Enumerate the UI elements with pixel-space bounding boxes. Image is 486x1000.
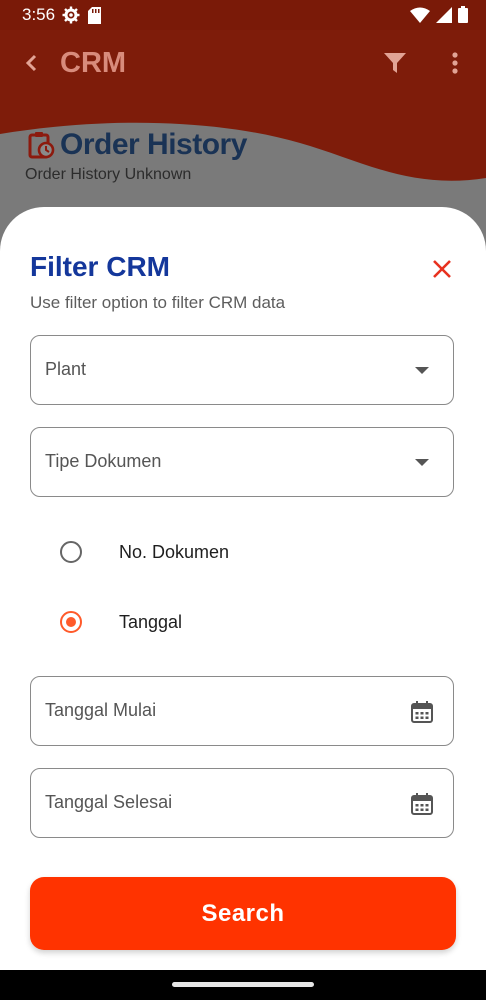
- more-options-button[interactable]: [440, 50, 470, 80]
- app-bar: CRM: [0, 30, 486, 100]
- plant-dropdown[interactable]: Plant: [30, 335, 454, 405]
- plant-label: Plant: [45, 359, 87, 379]
- sd-card-icon: [88, 6, 101, 29]
- app-title: CRM: [60, 47, 127, 79]
- sheet-title: Filter CRM: [30, 251, 170, 282]
- signal-icon: [436, 6, 452, 28]
- wifi-icon: [410, 7, 430, 28]
- radio-label: No. Dokumen: [119, 541, 230, 562]
- back-button[interactable]: [16, 50, 46, 80]
- settings-icon: [62, 6, 80, 29]
- filter-bottom-sheet: Filter CRM Use filter option to filter C…: [0, 207, 486, 970]
- radio-button-selected[interactable]: [60, 611, 82, 633]
- dropdown-arrow-icon: [409, 358, 435, 384]
- chevron-left-icon: [24, 53, 38, 78]
- more-vert-icon: [452, 51, 458, 79]
- navigation-bar: [0, 970, 486, 1000]
- tanggal-mulai-label: Tanggal Mulai: [45, 700, 157, 720]
- tipe-dokumen-label: Tipe Dokumen: [45, 451, 162, 471]
- home-gesture-handle[interactable]: [172, 982, 314, 987]
- funnel-icon: [384, 52, 406, 78]
- tanggal-selesai-label: Tanggal Selesai: [45, 792, 173, 812]
- filter-button[interactable]: [380, 50, 410, 80]
- radio-no-dokumen[interactable]: No. Dokumen: [60, 532, 229, 572]
- close-button[interactable]: [428, 257, 456, 285]
- sheet-subtitle: Use filter option to filter CRM data: [30, 293, 286, 312]
- dropdown-arrow-icon: [409, 450, 435, 476]
- radio-button-unselected[interactable]: [60, 541, 82, 563]
- tanggal-mulai-field[interactable]: Tanggal Mulai: [30, 676, 454, 746]
- battery-icon: [458, 6, 468, 28]
- close-icon: [433, 259, 451, 283]
- status-bar: 3:56: [0, 0, 486, 30]
- calendar-icon[interactable]: [409, 791, 435, 817]
- page-subtitle: Order History Unknown: [25, 166, 192, 183]
- calendar-icon[interactable]: [409, 699, 435, 725]
- app-screen: 3:56 CRM Order History Order History Unk…: [0, 0, 486, 1000]
- tanggal-selesai-field[interactable]: Tanggal Selesai: [30, 768, 454, 838]
- page-title: Order History: [60, 128, 247, 161]
- status-time: 3:56: [22, 5, 56, 24]
- clipboard-clock-icon: [27, 131, 55, 159]
- tipe-dokumen-dropdown[interactable]: Tipe Dokumen: [30, 427, 454, 497]
- search-button[interactable]: Search: [30, 877, 456, 950]
- radio-tanggal[interactable]: Tanggal: [60, 602, 182, 642]
- radio-label: Tanggal: [119, 611, 183, 632]
